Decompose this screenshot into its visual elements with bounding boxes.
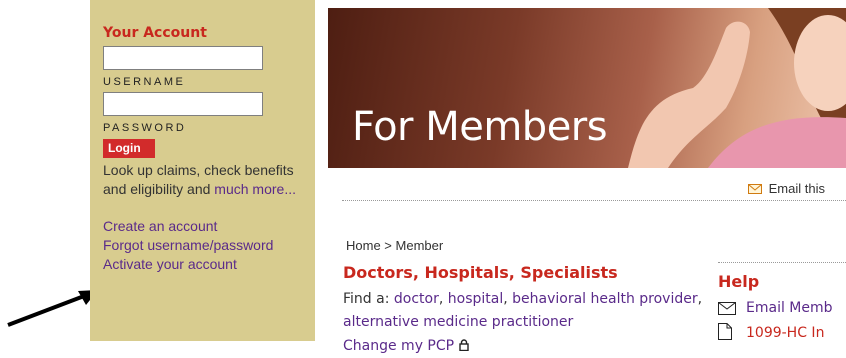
forgot-username-password-link[interactable]: Forgot username/password bbox=[103, 236, 315, 255]
password-input[interactable] bbox=[103, 92, 263, 116]
help-1099hc-label: 1099-HC In bbox=[746, 325, 825, 341]
breadcrumb-home-link[interactable]: Home bbox=[346, 238, 381, 253]
breadcrumb-separator: > bbox=[380, 238, 396, 253]
username-input[interactable] bbox=[103, 46, 263, 70]
behavioral-health-link[interactable]: behavioral health provider bbox=[512, 291, 697, 307]
hospital-link[interactable]: hospital bbox=[448, 291, 503, 307]
hero-title: For Members bbox=[352, 104, 608, 150]
pointer-arrow-icon bbox=[7, 290, 98, 327]
password-label: PASSWORD bbox=[103, 122, 187, 134]
find-provider-block: Find a: doctor, hospital, behavioral hea… bbox=[343, 291, 703, 354]
account-blurb: Look up claims, check benefits and eligi… bbox=[103, 161, 308, 199]
divider bbox=[342, 200, 846, 201]
girl-flexing-photo bbox=[628, 8, 846, 168]
account-sidebar: Your Account USERNAME PASSWORD Login Loo… bbox=[90, 0, 315, 341]
hero-banner: For Members bbox=[328, 8, 846, 168]
account-title: Your Account bbox=[103, 25, 207, 41]
find-prefix: Find a: bbox=[343, 291, 394, 307]
much-more-link[interactable]: much more... bbox=[214, 181, 296, 197]
help-title: Help bbox=[718, 272, 760, 291]
document-icon bbox=[718, 323, 732, 340]
username-label: USERNAME bbox=[103, 76, 186, 88]
envelope-icon bbox=[748, 184, 762, 194]
breadcrumb: Home > Member bbox=[346, 238, 443, 253]
login-button[interactable]: Login bbox=[103, 139, 155, 158]
change-pcp-link[interactable]: Change my PCP bbox=[343, 338, 454, 354]
account-links: Create an account Forgot username/passwo… bbox=[103, 217, 315, 274]
envelope-icon bbox=[718, 302, 736, 315]
help-email-item[interactable]: Email Memb bbox=[718, 300, 833, 316]
email-this-label: Email this bbox=[768, 181, 825, 196]
alternative-medicine-link[interactable]: alternative medicine practitioner bbox=[343, 314, 573, 330]
doctor-link[interactable]: doctor bbox=[394, 291, 439, 307]
help-email-label: Email Memb bbox=[746, 300, 833, 316]
email-this-page[interactable]: Email this bbox=[748, 181, 825, 196]
help-divider bbox=[718, 262, 846, 263]
create-account-link[interactable]: Create an account bbox=[103, 217, 315, 236]
breadcrumb-current: Member bbox=[395, 238, 444, 253]
activate-account-link[interactable]: Activate your account bbox=[103, 255, 315, 274]
help-1099hc-item[interactable]: 1099-HC In bbox=[718, 323, 824, 341]
